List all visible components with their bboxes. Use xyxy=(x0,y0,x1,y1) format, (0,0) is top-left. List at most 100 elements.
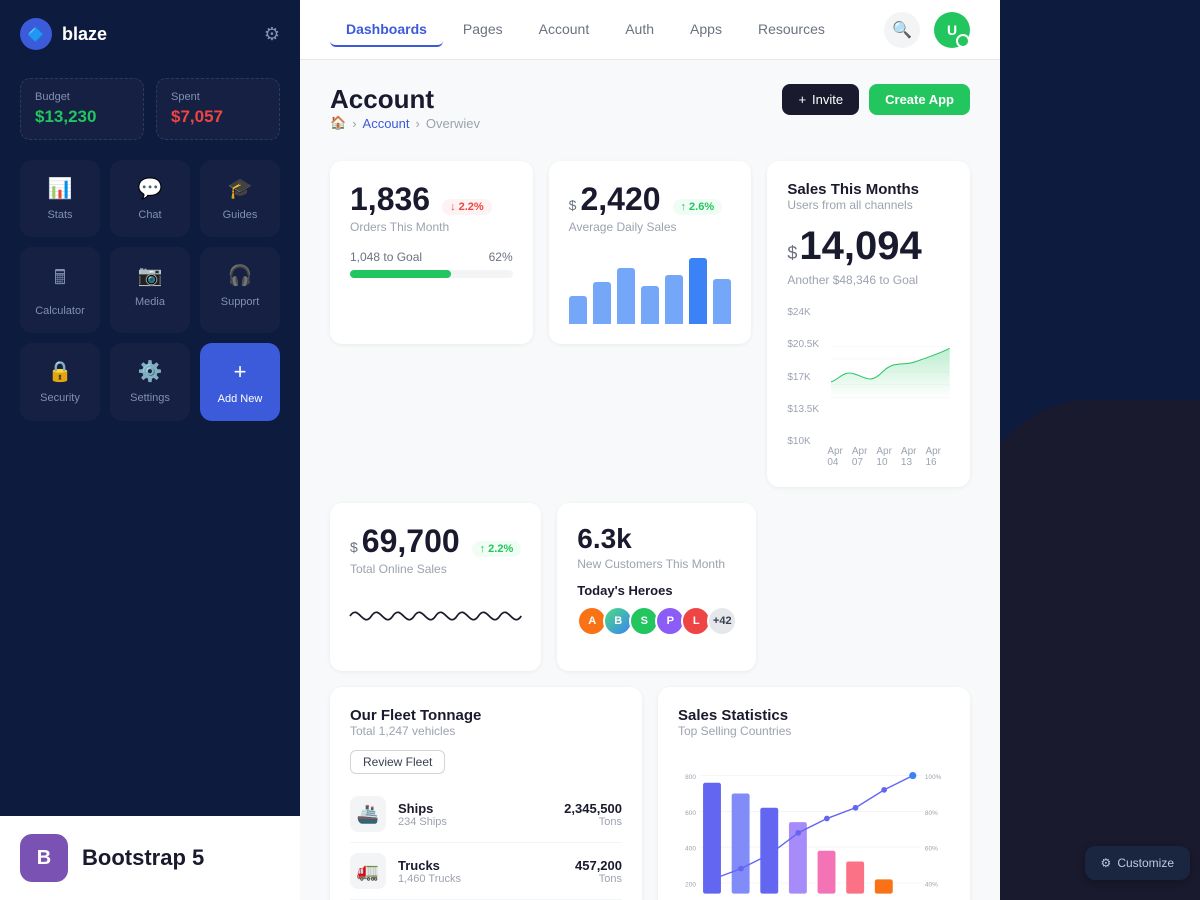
add-new-icon: + xyxy=(234,359,247,385)
security-label: Security xyxy=(40,392,80,404)
logo-text: blaze xyxy=(62,24,107,45)
search-button[interactable]: 🔍 xyxy=(884,12,920,48)
progress-goal-label: 1,048 to Goal xyxy=(350,250,422,264)
right-panel: ⚙ Customize xyxy=(1000,0,1200,900)
xlabel-apr10: Apr 10 xyxy=(876,446,901,468)
sidebar-item-chat[interactable]: 💬 Chat xyxy=(110,160,190,237)
sidebar-item-add-new[interactable]: + Add New xyxy=(200,343,280,421)
ships-name: Ships xyxy=(398,801,447,816)
progress-pct: 62% xyxy=(489,250,513,264)
support-icon: 🎧 xyxy=(228,263,253,288)
calculator-label: Calculator xyxy=(35,305,85,317)
stats-icon: 📊 xyxy=(48,176,73,201)
breadcrumb: 🏠 › Account › Overwiev xyxy=(330,115,480,131)
sidebar-item-support[interactable]: 🎧 Support xyxy=(200,247,280,333)
sales-prefix: $ xyxy=(787,243,797,264)
tab-apps[interactable]: Apps xyxy=(674,13,738,47)
fleet-item-trucks: 🚛 Trucks 1,460 Trucks 457,200 Tons xyxy=(350,843,622,900)
xlabel-apr16: Apr 16 xyxy=(925,446,950,468)
top-nav: Dashboards Pages Account Auth Apps Resou… xyxy=(300,0,1000,60)
customize-button[interactable]: ⚙ Customize xyxy=(1085,846,1190,880)
daily-sales-card: $ 2,420 ↑ 2.6% Average Daily Sales xyxy=(549,161,752,344)
svg-text:800: 800 xyxy=(685,774,696,781)
online-sales-number: 69,700 xyxy=(362,523,460,560)
budget-amount: $13,230 xyxy=(35,107,129,127)
breadcrumb-home: 🏠 xyxy=(330,115,346,131)
calculator-icon: 🖩 xyxy=(54,263,66,297)
waveform-chart xyxy=(350,586,521,646)
sales-goal-text: Another $48,346 to Goal xyxy=(787,273,950,287)
ships-amount: 2,345,500 xyxy=(564,801,622,816)
progress-fill xyxy=(350,270,451,278)
fleet-card: Our Fleet Tonnage Total 1,247 vehicles R… xyxy=(330,687,642,900)
tab-resources[interactable]: Resources xyxy=(742,13,841,47)
orders-card: 1,836 ↓ 2.2% Orders This Month 1,048 to … xyxy=(330,161,533,344)
trucks-icon: 🚛 xyxy=(350,853,386,889)
sidebar-item-media[interactable]: 📷 Media xyxy=(110,247,190,333)
sidebar-item-guides[interactable]: 🎓 Guides xyxy=(200,160,280,237)
sidebar-item-stats[interactable]: 📊 Stats xyxy=(20,160,100,237)
budget-row: Budget $13,230 Spent $7,057 xyxy=(0,68,300,160)
budget-card: Budget $13,230 xyxy=(20,78,144,140)
tab-auth[interactable]: Auth xyxy=(609,13,670,47)
svg-text:80%: 80% xyxy=(925,810,938,817)
breadcrumb-account[interactable]: Account xyxy=(363,116,410,131)
tab-pages[interactable]: Pages xyxy=(447,13,519,47)
xlabel-apr13: Apr 13 xyxy=(901,446,926,468)
page-header: Account 🏠 › Account › Overwiev + Invite … xyxy=(330,84,970,151)
chat-icon: 💬 xyxy=(138,176,163,201)
orders-label: Orders This Month xyxy=(350,220,513,234)
review-fleet-button[interactable]: Review Fleet xyxy=(350,750,445,774)
customers-card: 6.3k New Customers This Month Today's He… xyxy=(557,503,755,671)
chart-x-labels: Apr 04 Apr 07 Apr 10 Apr 13 Apr 16 xyxy=(787,446,950,468)
customize-label: Customize xyxy=(1117,856,1174,870)
online-sales-card: $ 69,700 ↑ 2.2% Total Online Sales xyxy=(330,503,541,671)
trucks-amount: 457,200 xyxy=(575,858,622,873)
daily-sales-badge: ↑ 2.6% xyxy=(673,199,723,215)
svg-text:100%: 100% xyxy=(925,774,942,781)
spent-card: Spent $7,057 xyxy=(156,78,280,140)
svg-text:40%: 40% xyxy=(925,882,938,889)
tab-account[interactable]: Account xyxy=(523,13,606,47)
bootstrap-icon: B xyxy=(20,834,68,882)
menu-icon[interactable]: ⚙ xyxy=(264,24,280,45)
guides-label: Guides xyxy=(223,209,258,221)
trucks-name: Trucks xyxy=(398,858,461,873)
tab-dashboards[interactable]: Dashboards xyxy=(330,13,443,47)
spent-label: Spent xyxy=(171,91,265,103)
settings-label: Settings xyxy=(130,392,170,404)
chart-y-labels: $24K $20.5K $17K $13.5K $10K xyxy=(787,307,827,447)
bootstrap-banner: B Bootstrap 5 xyxy=(0,816,300,900)
nav-grid: 📊 Stats 💬 Chat 🎓 Guides 🖩 Calculator 📷 M… xyxy=(0,160,300,421)
customers-number: 6.3k xyxy=(577,523,735,555)
create-app-button[interactable]: Create App xyxy=(869,84,970,115)
fleet-item-ships-left: 🚢 Ships 234 Ships xyxy=(350,796,447,832)
heroes-title: Today's Heroes xyxy=(577,583,735,598)
sales-month-title: Sales This Months xyxy=(787,181,950,198)
sales-stats-chart: 800 600 400 200 100% 80% 60% 40% xyxy=(678,750,950,900)
heroes-section: Today's Heroes A B S P L +42 xyxy=(577,583,735,636)
sales-month-card: Sales This Months Users from all channel… xyxy=(767,161,970,487)
nav-tabs: Dashboards Pages Account Auth Apps Resou… xyxy=(330,13,841,47)
sales-big-amount: 14,094 xyxy=(799,224,921,269)
breadcrumb-sep2: › xyxy=(416,116,420,131)
label-13k: $13.5K xyxy=(787,404,827,415)
daily-sales-number: 2,420 xyxy=(580,181,660,218)
sidebar-item-security[interactable]: 🔒 Security xyxy=(20,343,100,421)
invite-button[interactable]: + Invite xyxy=(782,84,859,115)
orders-number: 1,836 xyxy=(350,181,430,218)
sidebar-item-settings[interactable]: ⚙️ Settings xyxy=(110,343,190,421)
bar-3 xyxy=(617,268,635,324)
media-icon: 📷 xyxy=(138,263,163,288)
sidebar-item-calculator[interactable]: 🖩 Calculator xyxy=(20,247,100,333)
svg-text:200: 200 xyxy=(685,882,696,889)
line-chart-area: $24K $20.5K $17K $13.5K $10K xyxy=(787,307,950,467)
user-avatar[interactable]: U xyxy=(934,12,970,48)
online-sales-badge: ↑ 2.2% xyxy=(472,541,522,557)
page-actions: + Invite Create App xyxy=(782,84,970,115)
label-17k: $17K xyxy=(787,372,827,383)
support-label: Support xyxy=(221,296,260,308)
fleet-title: Our Fleet Tonnage xyxy=(350,707,622,724)
content-area: Account 🏠 › Account › Overwiev + Invite … xyxy=(300,60,1000,900)
fleet-sub: Total 1,247 vehicles xyxy=(350,724,622,738)
